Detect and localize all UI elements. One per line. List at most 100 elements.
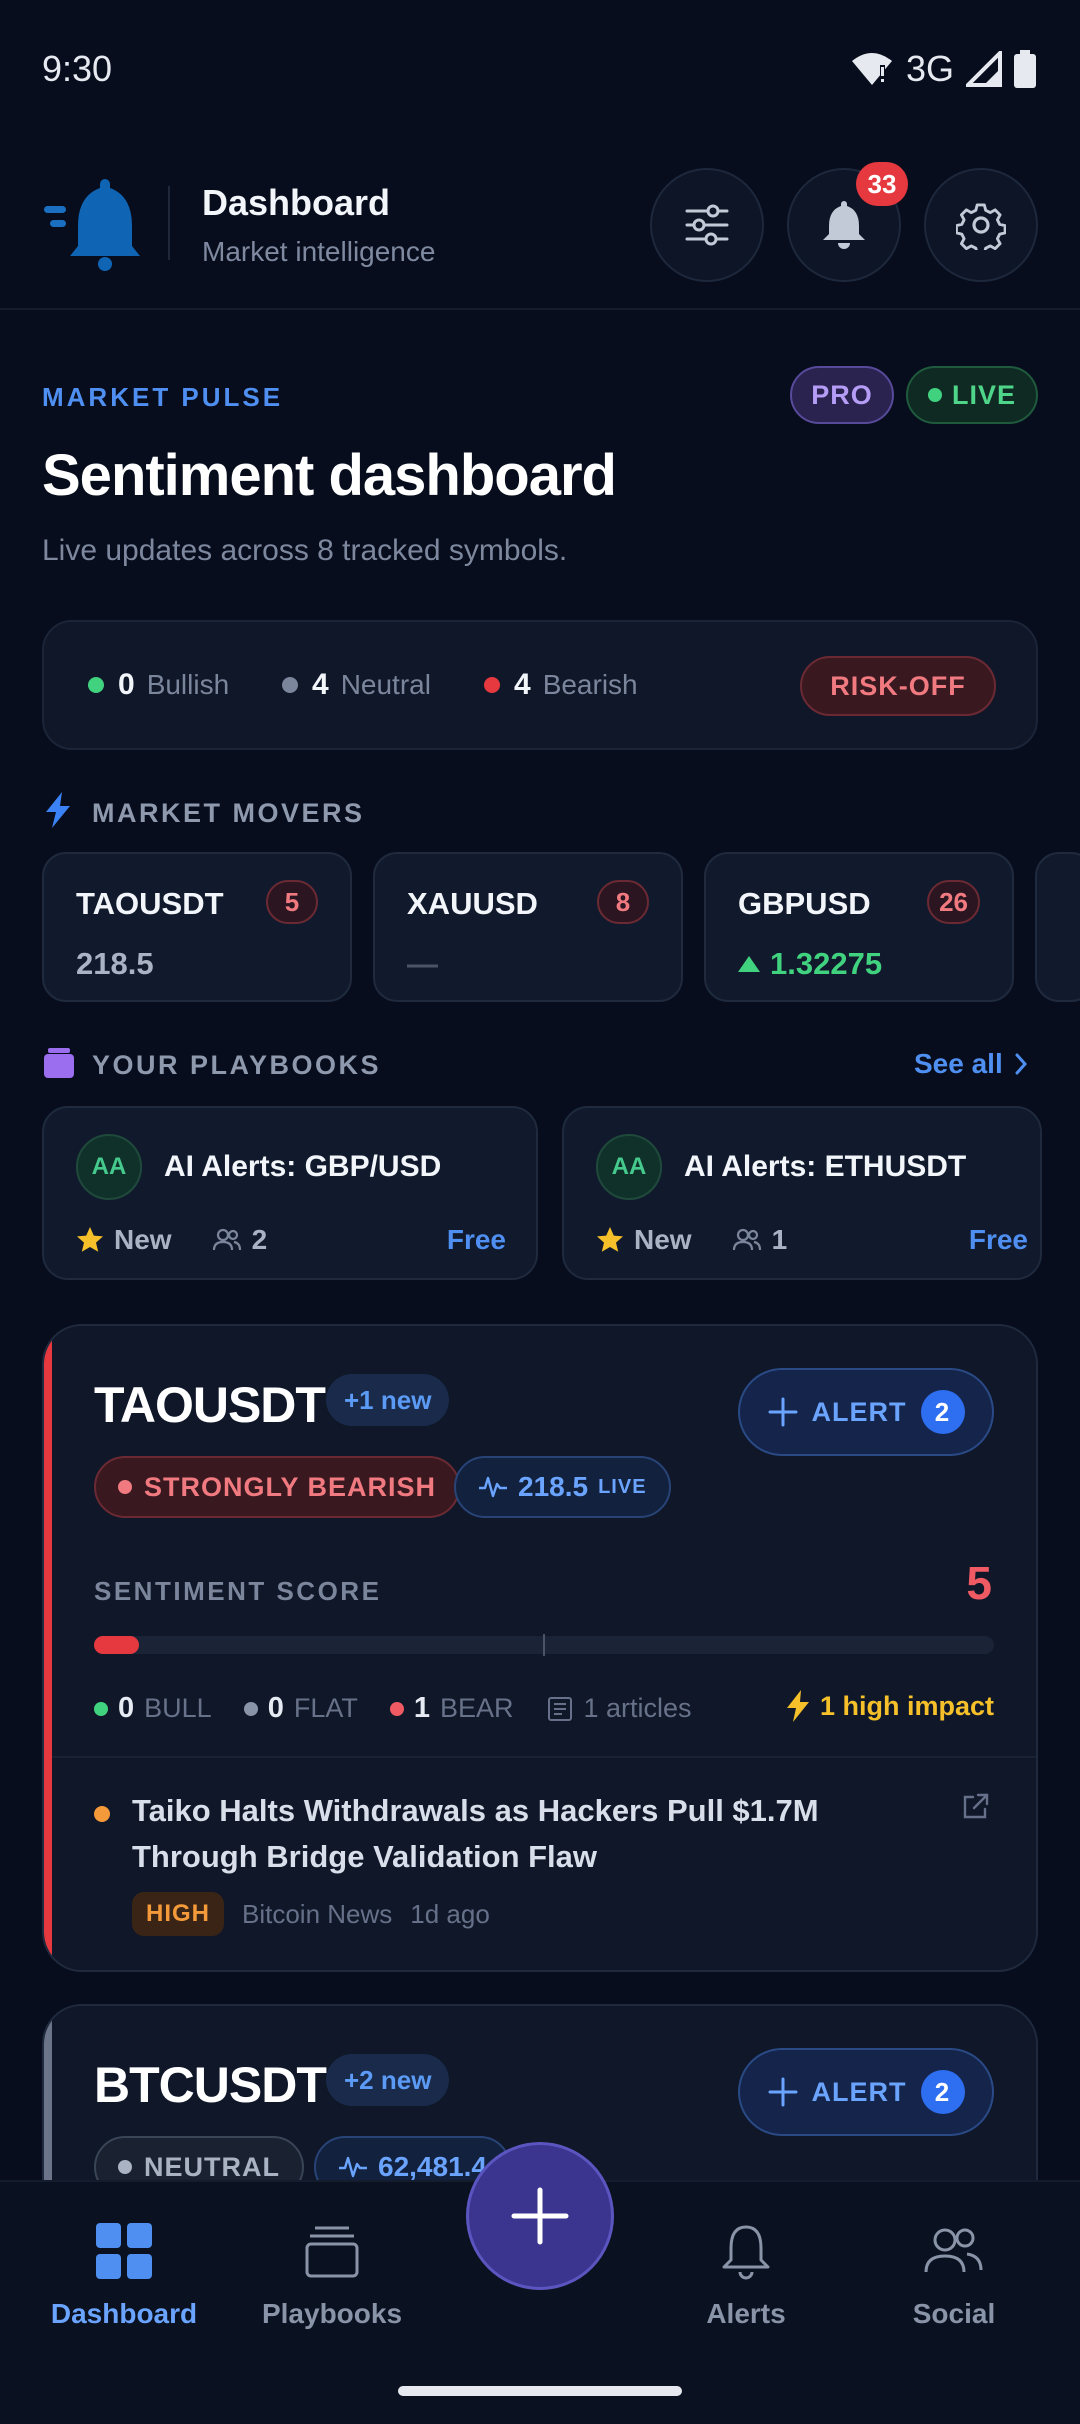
mover-count-badge: 8 bbox=[597, 880, 649, 924]
bullish-count: 0 bbox=[118, 668, 135, 701]
playbook-card[interactable]: AA AI Alerts: GBP/USD New 2 Free bbox=[42, 1106, 538, 1280]
sentiment-label: STRONGLY BEARISH bbox=[144, 1471, 437, 1502]
neutral-summary: 4 Neutral bbox=[282, 668, 431, 702]
flat-stat: 0 FLAT bbox=[243, 1692, 358, 1725]
see-all-link[interactable]: See all bbox=[914, 1048, 1029, 1080]
news-headline-link[interactable]: Taiko Halts Withdrawals as Hackers Pull … bbox=[132, 1788, 932, 1880]
neutral-count: 4 bbox=[312, 668, 329, 701]
external-link-icon[interactable] bbox=[960, 1792, 990, 1822]
plus-icon bbox=[511, 2187, 569, 2245]
playbook-title: AI Alerts: ETHUSDT bbox=[684, 1150, 967, 1183]
symbol-card-taousdt[interactable]: TAOUSDT +1 new ALERT 2 STRONGLY BEARISH … bbox=[42, 1324, 1038, 1972]
bullish-summary: 0 Bullish bbox=[88, 668, 229, 702]
plus-icon bbox=[768, 2077, 797, 2107]
live-badge: LIVE bbox=[906, 366, 1038, 424]
playbook-title: AI Alerts: GBP/USD bbox=[164, 1150, 442, 1183]
nav-dashboard-label: Dashboard bbox=[50, 2298, 198, 2329]
mover-symbol: XAUUSD bbox=[407, 886, 538, 921]
mover-symbol: TAOUSDT bbox=[76, 886, 224, 921]
bearish-summary: 4 Bearish bbox=[484, 668, 638, 702]
bull-count: 0 bbox=[118, 1692, 135, 1724]
briefcase-icon bbox=[44, 1048, 74, 1078]
filter-button[interactable] bbox=[650, 168, 764, 282]
app-header: Dashboard Market intelligence bbox=[0, 140, 1080, 310]
status-time: 9:30 bbox=[42, 48, 113, 89]
sentiment-score-value: 5 bbox=[966, 1557, 992, 1609]
sentiment-tag: STRONGLY BEARISH bbox=[94, 1456, 461, 1518]
new-count-pill: +2 new bbox=[326, 2054, 450, 2106]
nav-playbooks[interactable]: Playbooks bbox=[232, 2222, 432, 2330]
sentiment-breakdown: 0 BULL 0 FLAT 1 BEAR 1 articles bbox=[94, 1692, 724, 1725]
dashboard-grid-icon bbox=[96, 2223, 152, 2279]
market-pulse-eyebrow: MARKET PULSE bbox=[42, 382, 284, 412]
users-icon bbox=[732, 1228, 761, 1251]
live-label: LIVE bbox=[951, 379, 1016, 410]
market-movers-label: MARKET MOVERS bbox=[92, 798, 365, 828]
high-impact-label: 1 high impact bbox=[819, 1690, 994, 1721]
playbook-card[interactable]: AA AI Alerts: ETHUSDT New 1 Free bbox=[562, 1106, 1042, 1280]
bell-outline-icon bbox=[722, 2225, 770, 2280]
add-fab-button[interactable] bbox=[466, 2142, 614, 2290]
mover-count-badge: 5 bbox=[266, 880, 318, 924]
alert-count-badge: 2 bbox=[920, 2070, 965, 2114]
nav-social[interactable]: Social bbox=[854, 2222, 1054, 2330]
settings-button[interactable] bbox=[924, 168, 1038, 282]
nav-alerts[interactable]: Alerts bbox=[646, 2222, 846, 2330]
pro-badge: PRO bbox=[790, 366, 894, 424]
alert-label: ALERT bbox=[811, 1396, 907, 1427]
playbooks-label: YOUR PLAYBOOKS bbox=[92, 1050, 382, 1080]
articles-count: 1 articles bbox=[583, 1693, 692, 1723]
playbook-members: 2 bbox=[251, 1224, 268, 1255]
mover-card-partial[interactable] bbox=[1035, 852, 1080, 1002]
bullish-dot bbox=[88, 677, 104, 693]
bullish-label: Bullish bbox=[146, 669, 230, 700]
lightning-icon bbox=[46, 792, 70, 828]
nav-social-label: Social bbox=[912, 2298, 996, 2329]
chevron-right-icon bbox=[1015, 1053, 1027, 1075]
news-meta: HIGH Bitcoin News 1d ago bbox=[132, 1892, 490, 1936]
bearish-label: Bearish bbox=[542, 669, 638, 700]
live-dot bbox=[927, 388, 942, 402]
neutral-label: Neutral bbox=[340, 669, 431, 700]
mover-card-taousdt[interactable]: TAOUSDT 5 218.5 bbox=[42, 852, 352, 1002]
card-divider bbox=[52, 1756, 1036, 1758]
pulse-icon bbox=[479, 1476, 507, 1498]
mover-card-xauusd[interactable]: XAUUSD 8 — bbox=[373, 852, 683, 1002]
status-icons: 3G bbox=[850, 48, 1036, 90]
nav-dashboard[interactable]: Dashboard bbox=[24, 2222, 224, 2330]
mover-value: — bbox=[407, 946, 438, 981]
flat-dot bbox=[243, 1701, 258, 1716]
home-indicator[interactable] bbox=[398, 2386, 682, 2396]
add-alert-button[interactable]: ALERT 2 bbox=[738, 2048, 994, 2136]
news-impact-dot bbox=[94, 1806, 110, 1822]
mover-value-up: 1.32275 bbox=[738, 946, 882, 982]
bull-stat: 0 BULL bbox=[94, 1692, 212, 1725]
page-title: Dashboard bbox=[202, 182, 391, 223]
high-impact-indicator: 1 high impact bbox=[786, 1690, 994, 1722]
mover-count-badge: 26 bbox=[927, 880, 980, 924]
bear-dot bbox=[389, 1701, 404, 1716]
playbook-status: New bbox=[114, 1224, 172, 1255]
sentiment-score-label: SENTIMENT SCORE bbox=[94, 1576, 382, 1606]
bearish-accent-bar bbox=[44, 1326, 52, 1970]
gear-icon bbox=[956, 203, 1006, 250]
new-count-pill: +1 new bbox=[326, 1374, 450, 1426]
bear-label: BEAR bbox=[439, 1693, 514, 1723]
header-divider bbox=[168, 186, 170, 260]
network-type: 3G bbox=[905, 48, 954, 89]
alert-label: ALERT bbox=[811, 2076, 907, 2107]
stack-icon bbox=[305, 2226, 359, 2278]
playbook-meta: New 2 bbox=[76, 1224, 267, 1256]
battery-icon bbox=[1014, 50, 1036, 88]
symbol-name: TAOUSDT bbox=[94, 1377, 326, 1433]
notification-count-badge: 33 bbox=[856, 162, 908, 206]
playbook-avatar: AA bbox=[76, 1134, 142, 1200]
nav-playbooks-label: Playbooks bbox=[261, 2298, 403, 2329]
bull-dot bbox=[94, 1701, 108, 1716]
sentiment-summary-card: 0 Bullish 4 Neutral 4 Bearish RISK-OFF bbox=[42, 620, 1038, 750]
bull-label: BULL bbox=[144, 1693, 212, 1723]
bear-stat: 1 BEAR bbox=[389, 1692, 514, 1725]
see-all-label: See all bbox=[914, 1048, 1003, 1079]
add-alert-button[interactable]: ALERT 2 bbox=[738, 1368, 994, 1456]
mover-card-gbpusd[interactable]: GBPUSD 26 1.32275 bbox=[704, 852, 1014, 1002]
